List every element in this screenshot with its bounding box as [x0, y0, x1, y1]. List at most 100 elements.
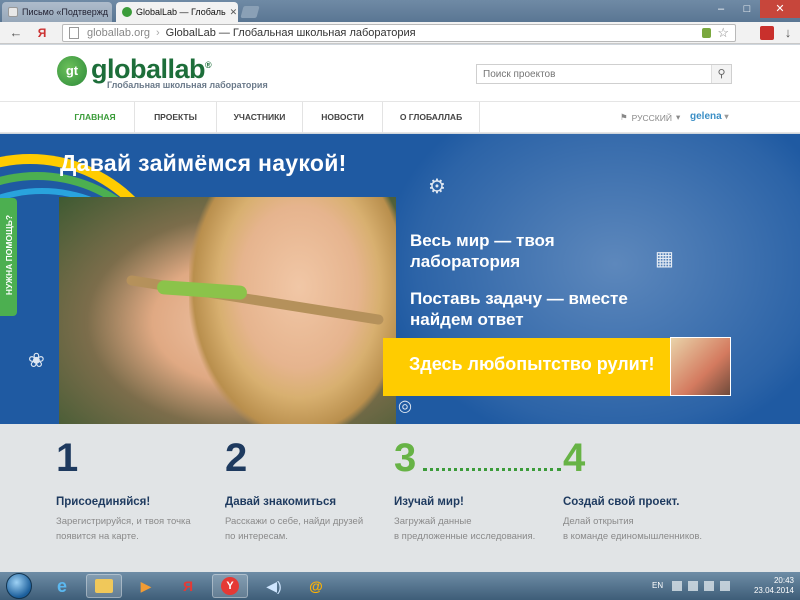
step-heading: Давай знакомиться	[225, 496, 337, 508]
step-desc-line: Зарегистрируйся, и твоя точка	[56, 516, 191, 527]
extension-icon[interactable]	[760, 26, 774, 40]
network-icon[interactable]	[704, 581, 714, 591]
globallab-logo-icon[interactable]: gt	[57, 56, 87, 86]
search-input[interactable]	[477, 65, 707, 83]
girl-with-mantis-photo	[59, 197, 396, 424]
yandex-icon[interactable]: Я	[170, 574, 206, 598]
curiosity-banner[interactable]: Здесь любопытство рулит!	[383, 338, 670, 396]
logo-subtitle: Глобальная школьная лаборатория	[107, 80, 268, 90]
bicycle-icon: ⚙	[428, 176, 446, 198]
hero-slogan-2: Поставь задачу — вместе найдем ответ	[410, 289, 628, 329]
back-arrow-icon[interactable]: ←	[8, 25, 24, 41]
file-explorer-icon[interactable]	[86, 574, 122, 598]
step-heading: Присоединяйся!	[56, 496, 151, 508]
globallab-favicon-icon	[122, 7, 132, 17]
clock-date: 23.04.2014	[753, 586, 794, 595]
onboarding-steps: 1 Присоединяйся! Зарегистрируйся, и твоя…	[0, 424, 800, 572]
step-number: 3	[394, 436, 417, 480]
kid-at-laptop-thumbnail[interactable]	[670, 337, 731, 396]
step-number: 2	[225, 436, 248, 480]
steps-progress-dots	[423, 468, 561, 471]
step-description: Зарегистрируйся, и твоя точка появится н…	[56, 514, 216, 544]
mail-agent-icon[interactable]: @	[298, 574, 334, 598]
clock-time: 20:43	[773, 576, 794, 585]
new-tab-button[interactable]	[240, 6, 260, 18]
user-name: gelena	[690, 111, 722, 122]
arrow-tray-icon[interactable]	[688, 581, 698, 591]
step-desc-line: Загружай данные	[394, 516, 472, 527]
star-icon[interactable]: ☆	[717, 25, 729, 41]
nav-item-participants[interactable]: УЧАСТНИКИ	[216, 102, 302, 133]
help-tab-label: НУЖНА ПОМОЩЬ?	[4, 214, 14, 296]
step-meet[interactable]: 2 Давай знакомиться Расскажи о себе, най…	[225, 436, 385, 544]
nav-item-home[interactable]: ГЛАВНАЯ	[56, 102, 134, 133]
lock-icon[interactable]	[702, 28, 711, 38]
hero-title: Давай займёмся наукой!	[60, 150, 347, 176]
step-desc-line: в команде единомышленников.	[563, 531, 703, 542]
step-description: Расскажи о себе, найди друзей по интерес…	[225, 514, 385, 544]
search-icon[interactable]: ⚲	[711, 65, 731, 83]
nav-item-about[interactable]: О ГЛОБАЛЛАБ	[382, 102, 480, 133]
browser-toolbar: ← Я globallab.org › GlobalLab — Глобальн…	[0, 22, 800, 44]
step-desc-line: Расскажи о себе, найди друзей	[225, 516, 364, 527]
chevron-right-icon: ›	[156, 27, 160, 39]
tab-label: GlobalLab — Глобаль	[136, 7, 226, 17]
registered-mark: ®	[205, 60, 212, 70]
media-player-icon[interactable]: ▶	[128, 574, 164, 598]
page-icon	[69, 27, 79, 39]
project-search: ⚲	[476, 64, 732, 84]
site-header: gt globallab® Глобальная школьная лабора…	[0, 45, 800, 101]
volume-icon[interactable]	[720, 581, 730, 591]
plant-icon: ❀	[28, 350, 45, 372]
download-icon[interactable]: ↓	[780, 25, 796, 41]
step-heading: Изучай мир!	[394, 496, 464, 508]
browser-tab-bar: Письмо «Подтвержд ✕ GlobalLab — Глобаль …	[0, 0, 800, 22]
step-join[interactable]: 1 Присоединяйся! Зарегистрируйся, и твоя…	[56, 436, 216, 544]
step-desc-line: появится на карте.	[56, 531, 139, 542]
step-explore[interactable]: 3 Изучай мир! Загружай данные в предложе…	[394, 436, 554, 544]
step-number: 4	[563, 436, 586, 480]
step-desc-line: Делай открытия	[563, 516, 634, 527]
step-create[interactable]: 4 Создай свой проект. Делай открытия в к…	[563, 436, 723, 544]
chart-grid-icon: ▦	[655, 248, 674, 270]
keyboard-language[interactable]: EN	[652, 581, 663, 590]
step-heading: Создай свой проект.	[563, 496, 680, 508]
step-desc-line: по интересам.	[225, 531, 288, 542]
tab-mail[interactable]: Письмо «Подтвержд ✕	[2, 2, 112, 22]
close-tab-icon[interactable]: ✕	[230, 2, 238, 22]
tab-label: Письмо «Подтвержд	[22, 7, 108, 17]
start-button[interactable]	[6, 573, 32, 599]
yandex-browser-icon[interactable]: Y	[212, 574, 248, 598]
tab-globallab[interactable]: GlobalLab — Глобаль ✕	[116, 2, 238, 22]
main-navigation: ГЛАВНАЯ ПРОЕКТЫ УЧАСТНИКИ НОВОСТИ О ГЛОБ…	[0, 101, 800, 133]
mail-icon	[8, 7, 18, 17]
step-desc-line: в предложенные исследования.	[394, 531, 536, 542]
flag-tray-icon[interactable]	[672, 581, 682, 591]
nav-item-projects[interactable]: ПРОЕКТЫ	[134, 102, 216, 133]
windows-taskbar: e ▶ Я Y ◀) @ EN 20:43 23.04.2014	[0, 572, 800, 600]
step-description: Делай открытия в команде единомышленнико…	[563, 514, 723, 544]
speaker-app-icon[interactable]: ◀)	[256, 574, 292, 598]
hero-slogan-1: Весь мир — твоя лаборатория	[410, 231, 555, 271]
yandex-button-icon[interactable]: Я	[34, 25, 50, 41]
address-bar[interactable]: globallab.org › GlobalLab — Глобальная ш…	[62, 24, 736, 42]
minimize-button[interactable]: –	[708, 0, 734, 18]
url-page-title: GlobalLab — Глобальная школьная лаборато…	[165, 27, 416, 39]
step-number: 1	[56, 436, 79, 480]
nav-item-news[interactable]: НОВОСТИ	[302, 102, 382, 133]
language-label: РУССКИЙ	[631, 112, 672, 123]
target-icon: ◎	[398, 398, 412, 415]
close-window-button[interactable]: ✕	[760, 0, 800, 18]
system-clock[interactable]: 20:43 23.04.2014	[754, 576, 794, 596]
url-host: globallab.org	[87, 27, 150, 39]
hero-banner: Давай займёмся наукой! ⚙ ▦ ❀ ◎ Весь мир …	[0, 134, 800, 424]
maximize-button[interactable]: □	[734, 0, 760, 18]
help-tab[interactable]: НУЖНА ПОМОЩЬ?	[0, 198, 17, 316]
flag-icon: ⚑	[620, 112, 628, 122]
chevron-down-icon: ▾	[675, 112, 681, 122]
internet-explorer-icon[interactable]: e	[44, 574, 80, 598]
chevron-down-icon: ▾	[724, 112, 729, 121]
language-selector[interactable]: ⚑ РУССКИЙ ▾	[620, 112, 680, 123]
step-description: Загружай данные в предложенные исследова…	[394, 514, 554, 544]
user-menu[interactable]: gelena ▾	[690, 111, 728, 122]
